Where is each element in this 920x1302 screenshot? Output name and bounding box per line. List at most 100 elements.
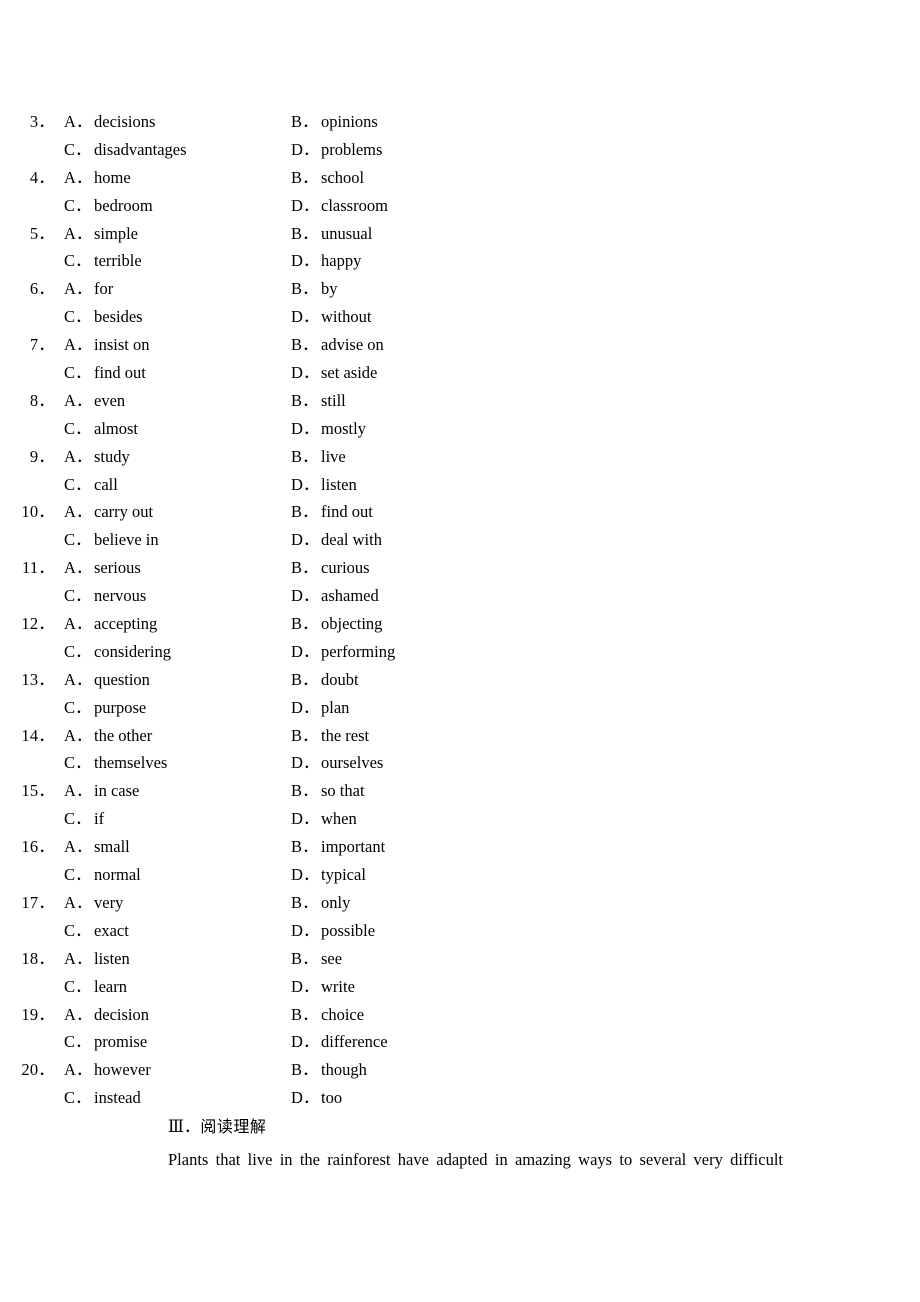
question-number: 7． [29,335,55,355]
option-d[interactable]: D． happy [283,247,361,275]
option-c[interactable]: C． believe in [56,526,283,554]
question-block: 7． A． insist on B． advise on C． find out D． set … [0,331,920,387]
option-c[interactable]: C． instead [56,1084,283,1112]
option-b[interactable]: B． live [283,443,346,471]
option-a[interactable]: A． decision [56,1001,283,1029]
option-a-label: A． [64,725,93,745]
option-b-text: the rest [321,725,370,745]
option-a-label: A． [64,948,93,968]
option-c[interactable]: C． disadvantages [56,136,283,164]
option-d[interactable]: D． write [283,973,355,1001]
option-b-label: B． [291,112,319,131]
option-a[interactable]: A． study [56,443,283,471]
option-c[interactable]: C． exact [56,917,283,945]
option-a[interactable]: A． accepting [56,610,283,638]
option-b[interactable]: B． see [283,945,342,973]
option-b-text: though [321,1060,367,1080]
option-c[interactable]: C． call [56,471,283,499]
option-c[interactable]: C． almost [56,415,283,443]
option-d[interactable]: D． possible [283,917,375,945]
option-a[interactable]: A． for [56,275,283,303]
question-row-ab: 12． A． accepting B． objecting [0,610,920,638]
option-a[interactable]: A． the other [56,722,283,750]
option-d[interactable]: D． plan [283,694,349,722]
option-b[interactable]: B． the rest [283,722,369,750]
option-c[interactable]: C． promise [56,1028,283,1056]
option-a[interactable]: A． listen [56,945,283,973]
question-row-ab: 4． A． home B． school [0,164,920,192]
option-d[interactable]: D． ourselves [283,749,383,777]
option-b[interactable]: B． important [283,833,385,861]
option-b[interactable]: B． unusual [283,220,372,248]
option-a[interactable]: A． small [56,833,283,861]
question-row-cd: C． almost D． mostly [0,415,920,443]
option-b-label: B． [291,279,319,299]
option-c[interactable]: C． themselves [56,749,283,777]
option-c[interactable]: C． normal [56,861,283,889]
option-a[interactable]: A． simple [56,220,283,248]
option-a-text: for [94,279,114,299]
option-a-text: insist on [94,335,150,355]
option-d[interactable]: D． problems [283,136,382,164]
option-b[interactable]: B． though [283,1056,367,1084]
option-a-text: question [94,669,150,689]
option-a-label: A． [64,335,93,355]
question-row-ab: 6． A． for B． by [0,275,920,303]
option-c-text: nervous [94,586,147,606]
option-d[interactable]: D． mostly [283,415,366,443]
option-b[interactable]: B． curious [283,554,370,582]
option-a[interactable]: A． serious [56,554,283,582]
question-block: 3． A． decisions B． opinions C． disadvantages D．… [0,108,920,164]
option-b[interactable]: B． objecting [283,610,382,638]
option-c[interactable]: C． purpose [56,694,283,722]
option-b[interactable]: B． find out [283,498,373,526]
option-d[interactable]: D． deal with [283,526,382,554]
question-row-ab: 20． A． however B． though [0,1056,920,1084]
option-a[interactable]: A． in case [56,777,283,805]
option-b[interactable]: B． doubt [283,666,359,694]
option-c[interactable]: C． bedroom [56,192,283,220]
option-b[interactable]: B． advise on [283,331,384,359]
option-d[interactable]: D． too [283,1084,342,1112]
option-b[interactable]: B． opinions [283,108,378,136]
option-d[interactable]: D． difference [283,1028,388,1056]
option-c[interactable]: C． find out [56,359,283,387]
option-b[interactable]: B． choice [283,1001,364,1029]
option-d[interactable]: D． performing [283,638,395,666]
option-a[interactable]: A． even [56,387,283,415]
question-row-ab: 3． A． decisions B． opinions [0,108,920,136]
option-d[interactable]: D． listen [283,471,357,499]
option-c-label: C． [64,363,92,383]
option-d[interactable]: D． set aside [283,359,377,387]
option-d-label: D． [291,1032,320,1052]
option-a[interactable]: A． home [56,164,283,192]
option-a[interactable]: A． carry out [56,498,283,526]
option-b[interactable]: B． so that [283,777,365,805]
option-d[interactable]: D． classroom [283,192,388,220]
option-c[interactable]: C． terrible [56,247,283,275]
option-a[interactable]: A． question [56,666,283,694]
option-d[interactable]: D． without [283,303,371,331]
option-d[interactable]: D． typical [283,861,366,889]
option-c[interactable]: C． considering [56,638,283,666]
option-a[interactable]: A． decisions [56,108,283,136]
option-a-label: A． [64,390,93,410]
option-c[interactable]: C． besides [56,303,283,331]
option-a[interactable]: A． very [56,889,283,917]
option-c[interactable]: C． learn [56,973,283,1001]
option-b[interactable]: B． still [283,387,346,415]
cloze-choice-list: 3． A． decisions B． opinions C． disadvantages D．… [0,108,920,1112]
option-c[interactable]: C． if [56,805,283,833]
option-b[interactable]: B． school [283,164,364,192]
option-b-text: find out [321,502,373,522]
option-a-label: A． [64,223,93,243]
option-a[interactable]: A． however [56,1056,283,1084]
option-a[interactable]: A． insist on [56,331,283,359]
question-number: 4． [29,167,55,187]
option-b[interactable]: B． by [283,275,338,303]
option-d[interactable]: D． when [283,805,357,833]
option-b[interactable]: B． only [283,889,350,917]
option-d[interactable]: D． ashamed [283,582,379,610]
option-c-text: considering [94,641,171,661]
option-c[interactable]: C． nervous [56,582,283,610]
